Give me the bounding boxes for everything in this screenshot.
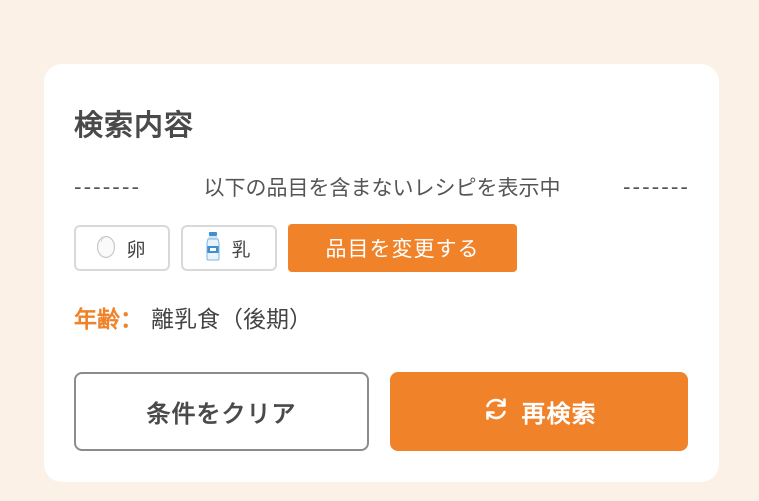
item-chip-label: 卵 — [126, 238, 146, 261]
clear-conditions-button[interactable]: 条件をクリア — [74, 372, 369, 451]
research-button[interactable]: 再検索 — [390, 372, 688, 451]
action-buttons: 条件をクリア 再検索 — [74, 372, 688, 451]
research-label: 再検索 — [521, 400, 597, 428]
subtitle-text: 以下の品目を含まないレシピを表示中 — [203, 176, 561, 200]
subtitle-dashes-left: ------- — [74, 175, 142, 199]
clear-conditions-label: 条件をクリア — [146, 400, 297, 428]
subtitle-dashes-right: ------- — [622, 175, 690, 199]
age-row: 年齢： 離乳食（後期） — [74, 300, 312, 334]
age-label: 年齢： — [74, 307, 143, 333]
item-chip-egg: 卵 — [74, 225, 170, 271]
subtitle-line: ------- 以下の品目を含まないレシピを表示中 ------- — [74, 172, 690, 202]
egg-icon — [96, 233, 116, 264]
change-items-button[interactable]: 品目を変更する — [288, 224, 517, 272]
excluded-items: 卵 乳 品目を変更する — [74, 224, 517, 272]
age-value: 離乳食（後期） — [151, 307, 312, 333]
refresh-icon — [482, 395, 510, 429]
item-chip-label: 乳 — [231, 238, 251, 261]
panel-title: 検索内容 — [74, 108, 195, 142]
item-chip-milk: 乳 — [181, 225, 277, 271]
search-conditions-card: 検索内容 ------- 以下の品目を含まないレシピを表示中 ------- 卵 — [44, 64, 719, 482]
milk-bottle-icon — [205, 231, 221, 266]
